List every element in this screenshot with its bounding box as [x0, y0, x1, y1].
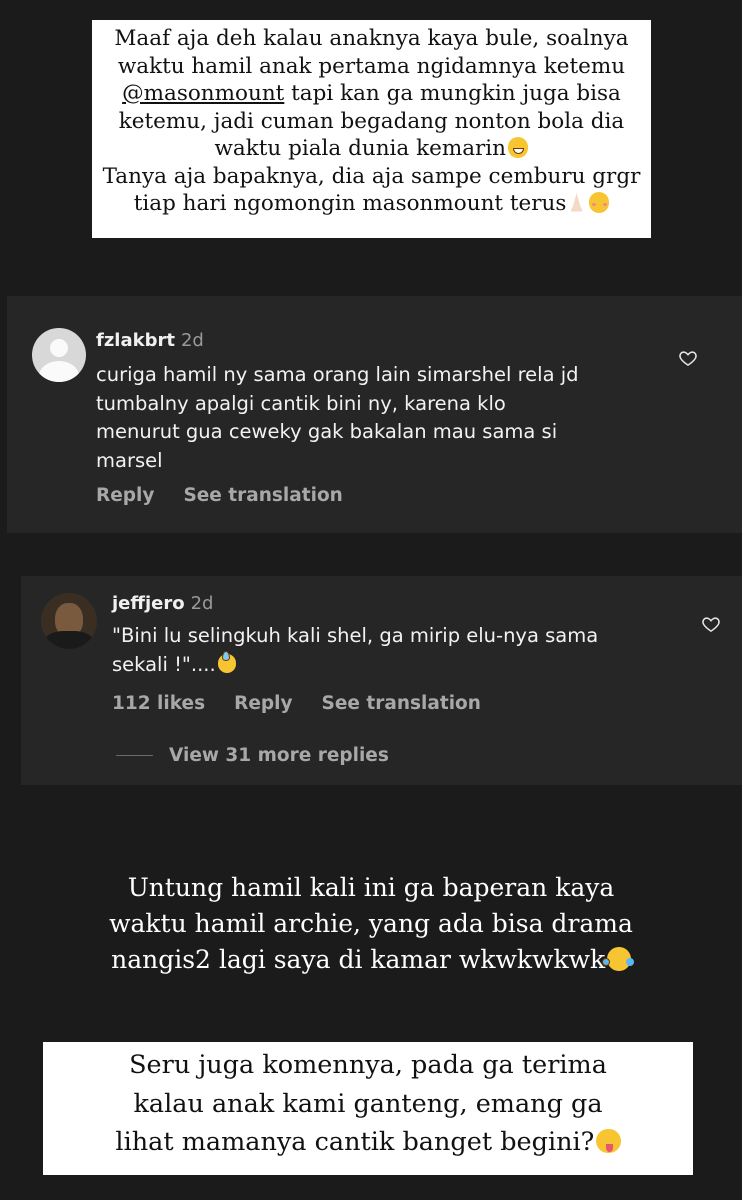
reply-button[interactable]: Reply [96, 485, 154, 506]
caption-line: Tanya aja bapaknya, dia aja sampe cembur… [102, 163, 641, 189]
caption-line: waktu piala dunia kemarin [92, 135, 651, 163]
caption-line: @masonmount tapi kan ga mungkin juga bis… [92, 80, 651, 108]
comment-actions: Reply See translation [96, 485, 343, 506]
reply-button[interactable]: Reply [234, 693, 292, 714]
heart-icon[interactable] [701, 614, 721, 634]
grinning-face-emoji [508, 137, 529, 158]
caption-line: tiap hari ngomongin masonmount terus [92, 190, 651, 218]
comment-text: sekali !".... [112, 652, 216, 676]
caption-text: tiap hari ngomongin masonmount terus [133, 191, 567, 216]
caption-text: tapi kan ga mungkin juga bisa [284, 81, 621, 106]
comment-line: marsel [96, 448, 163, 472]
caption-line: ketemu, jadi cuman begadang nonton bola … [118, 108, 625, 134]
comment-line: curiga hamil ny sama orang lain simarshe… [96, 363, 579, 386]
comment-line: tumbalny apalgi cantik bini ny, karena k… [96, 391, 506, 415]
tears-of-joy-emoji [602, 947, 631, 971]
caption-line: Untung hamil kali ini ga baperan kaya [127, 873, 615, 902]
story-caption-middle: Untung hamil kali ini ga baperan kaya wa… [0, 870, 742, 978]
caption-line: Seru juga komennya, pada ga terima [129, 1050, 607, 1080]
caption-line: kalau anak kami ganteng, emang ga [133, 1088, 603, 1119]
avatar-user-photo[interactable] [41, 593, 97, 649]
comment-actions: 112 likes Reply See translation [112, 693, 481, 714]
replies-divider [116, 755, 153, 756]
story-caption-bottom: Seru juga komennya, pada ga terima kalau… [43, 1042, 693, 1175]
comment-body: curiga hamil ny sama orang lain simarshe… [96, 361, 579, 475]
comment-line: "Bini lu selingkuh kali shel, ga mirip e… [112, 624, 599, 647]
view-replies-label: View 31 more replies [169, 745, 389, 766]
caption-line: lihat mamanya cantik banget begini? [43, 1123, 693, 1162]
smiling-face-emoji [588, 192, 610, 213]
caption-line: waktu hamil archie, yang ada bisa drama [109, 909, 633, 938]
avatar-default[interactable] [32, 328, 86, 382]
story-caption-top: Maaf aja deh kalau anaknya kaya bule, so… [92, 20, 651, 238]
tongue-face-emoji [596, 1128, 621, 1154]
comment-card: jeffjero 2d "Bini lu selingkuh kali shel,… [21, 576, 742, 785]
comment-line: sekali !".... [112, 651, 598, 680]
caption-text: nangis2 lagi saya di kamar wkwkwkwk [111, 945, 606, 974]
folded-hands-emoji [566, 192, 586, 212]
see-translation-button[interactable]: See translation [183, 485, 342, 506]
caption-line: waktu hamil anak pertama ngidamnya ketem… [117, 53, 626, 79]
mention-link[interactable]: @masonmount [122, 81, 284, 106]
comment-username[interactable]: jeffjero 2d [112, 593, 213, 614]
caption-line: Maaf aja deh kalau anaknya kaya bule, so… [114, 26, 629, 51]
comment-time: 2d [180, 330, 204, 351]
caption-text: waktu piala dunia kemarin [214, 136, 507, 161]
comment-time: 2d [190, 593, 214, 614]
likes-count[interactable]: 112 likes [112, 693, 205, 714]
caption-line: nangis2 lagi saya di kamar wkwkwkwk [0, 942, 742, 978]
comment-line: menurut gua ceweky gak bakalan mau sama … [96, 420, 558, 443]
sweat-smile-emoji [217, 651, 237, 673]
heart-icon[interactable] [678, 348, 698, 368]
comment-card: fzlakbrt 2d curiga hamil ny sama orang la… [7, 296, 742, 533]
caption-text: lihat mamanya cantik banget begini? [115, 1127, 595, 1157]
see-translation-button[interactable]: See translation [322, 693, 481, 714]
comment-body: "Bini lu selingkuh kali shel, ga mirip e… [112, 622, 598, 679]
view-more-replies-button[interactable]: View 31 more replies [116, 745, 389, 766]
comment-username[interactable]: fzlakbrt 2d [96, 330, 204, 351]
